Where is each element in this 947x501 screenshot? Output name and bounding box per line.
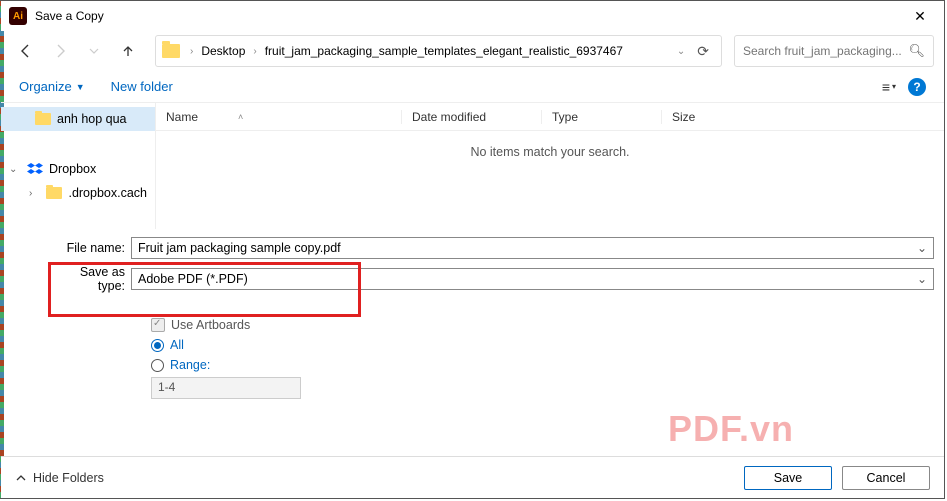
watermark: PDF.vn — [668, 408, 794, 450]
save-button[interactable]: Save — [744, 466, 832, 490]
sidebar-item-dropbox[interactable]: ⌄ Dropbox — [1, 157, 155, 181]
search-box[interactable]: 🔍︎ — [734, 35, 934, 67]
help-button[interactable]: ? — [908, 78, 926, 96]
cancel-button[interactable]: Cancel — [842, 466, 930, 490]
up-button[interactable] — [113, 36, 143, 66]
chevron-right-icon: › — [188, 46, 195, 57]
column-size[interactable]: Size — [661, 110, 944, 124]
column-headers[interactable]: Name ˄ Date modified Type Size — [156, 103, 944, 131]
range-radio[interactable] — [151, 359, 164, 372]
all-label: All — [170, 338, 184, 352]
search-input[interactable] — [743, 44, 908, 58]
sidebar-item-label: anh hop qua — [57, 112, 127, 126]
hide-folders-toggle[interactable]: Hide Folders — [15, 471, 104, 485]
filetype-label: Save as type: — [51, 265, 131, 293]
toolbar: Organize▼ New folder ≡▾ ? — [1, 71, 944, 103]
sidebar-item-dropbox-cache[interactable]: › .dropbox.cach — [1, 181, 155, 205]
forward-button[interactable] — [45, 36, 75, 66]
use-artboards-checkbox[interactable] — [151, 318, 165, 332]
app-icon: Ai — [9, 7, 27, 25]
breadcrumb-folder[interactable]: fruit_jam_packaging_sample_templates_ele… — [263, 42, 625, 60]
chevron-right-icon[interactable]: › — [29, 188, 40, 199]
address-bar[interactable]: › Desktop › fruit_jam_packaging_sample_t… — [155, 35, 722, 67]
organize-menu[interactable]: Organize▼ — [19, 79, 85, 94]
range-input[interactable]: 1-4 — [151, 377, 301, 399]
folder-icon — [35, 113, 51, 125]
close-button[interactable]: ✕ — [900, 1, 940, 31]
chevron-up-icon — [15, 472, 27, 484]
chevron-right-icon: › — [251, 46, 258, 57]
folder-icon — [162, 44, 180, 58]
sidebar-item-anh-hop-qua[interactable]: anh hop qua — [1, 107, 155, 131]
dropbox-icon — [27, 162, 43, 176]
refresh-button[interactable]: ⟳ — [691, 43, 715, 60]
window-title: Save a Copy — [35, 9, 104, 23]
chevron-down-icon[interactable]: ⌄ — [9, 164, 21, 175]
sidebar: anh hop qua ⌄ Dropbox › .dropbox.cach — [1, 103, 156, 229]
column-type[interactable]: Type — [541, 110, 661, 124]
artboard-options: Use Artboards All Range: 1-4 — [1, 305, 944, 399]
sidebar-item-label: .dropbox.cach — [68, 186, 147, 200]
folder-icon — [46, 187, 62, 199]
column-date[interactable]: Date modified — [401, 110, 541, 124]
sort-indicator: ˄ — [238, 112, 243, 122]
search-icon[interactable]: 🔍︎ — [908, 43, 925, 59]
all-radio[interactable] — [151, 339, 164, 352]
new-folder-button[interactable]: New folder — [111, 79, 173, 94]
navbar: › Desktop › fruit_jam_packaging_sample_t… — [1, 31, 944, 71]
filename-input[interactable]: Fruit jam packaging sample copy.pdf — [131, 237, 934, 259]
footer: Hide Folders Save Cancel — [1, 456, 944, 498]
recent-dropdown[interactable] — [79, 36, 109, 66]
chevron-down-icon[interactable]: ⌄ — [677, 46, 685, 57]
column-name[interactable]: Name — [166, 110, 198, 124]
sidebar-item-label: Dropbox — [49, 162, 96, 176]
empty-message: No items match your search. — [156, 131, 944, 173]
file-list: Name ˄ Date modified Type Size No items m… — [156, 103, 944, 229]
save-form: File name: Fruit jam packaging sample co… — [1, 229, 944, 305]
titlebar: Ai Save a Copy ✕ — [1, 1, 944, 31]
filename-label: File name: — [51, 241, 131, 255]
range-label: Range: — [170, 358, 210, 372]
filetype-select[interactable]: Adobe PDF (*.PDF) — [131, 268, 934, 290]
use-artboards-label: Use Artboards — [171, 318, 250, 332]
back-button[interactable] — [11, 36, 41, 66]
view-options[interactable]: ≡▾ — [882, 79, 896, 95]
breadcrumb-desktop[interactable]: Desktop — [199, 42, 247, 60]
